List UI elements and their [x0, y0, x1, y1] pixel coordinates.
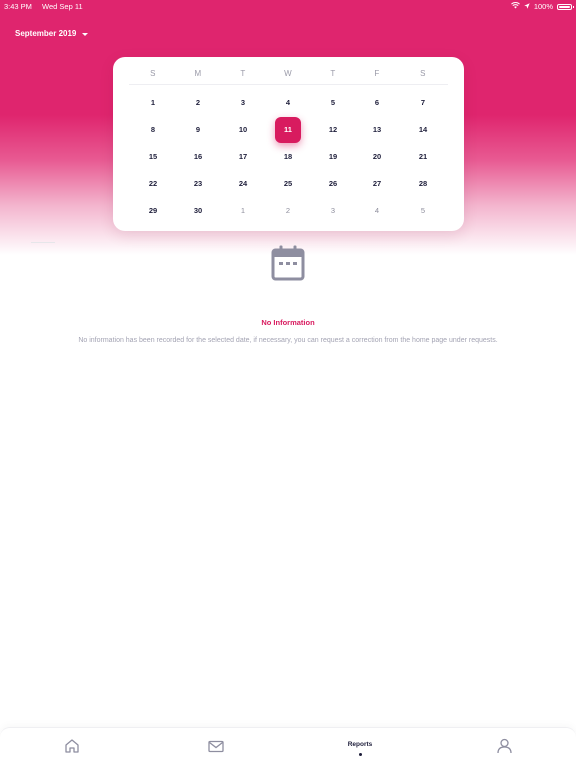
status-bar: 3:43 PM Wed Sep 11 100%: [0, 0, 576, 13]
calendar-day-next-month[interactable]: 1: [230, 198, 256, 224]
battery-icon: [557, 3, 574, 10]
calendar-day[interactable]: 13: [364, 117, 390, 143]
calendar-day-next-month[interactable]: 2: [275, 198, 301, 224]
tab-profile[interactable]: [464, 728, 544, 769]
location-arrow-icon: [524, 2, 530, 11]
calendar-day[interactable]: 8: [140, 117, 166, 143]
calendar-card: SMTWTFS 1 2 3 4 5 6 7 8 9 10 11 12 13 14 15 16 17 18 19 20 2…: [113, 57, 464, 231]
calendar-day[interactable]: 27: [364, 171, 390, 197]
mail-icon: [208, 740, 224, 758]
calendar-day[interactable]: 4: [275, 90, 301, 116]
calendar-day[interactable]: 16: [185, 144, 211, 170]
calendar-day[interactable]: 2: [185, 90, 211, 116]
home-icon: [64, 738, 80, 759]
calendar-day[interactable]: 1: [140, 90, 166, 116]
calendar-day[interactable]: 26: [320, 171, 346, 197]
weekday-header: SMTWTFS: [113, 57, 464, 83]
month-selector[interactable]: September 2019: [15, 29, 89, 38]
weekday-label: T: [240, 69, 246, 78]
calendar-icon: [270, 244, 306, 282]
calendar-day[interactable]: 6: [364, 90, 390, 116]
weekday-label: M: [194, 69, 202, 78]
tab-messages[interactable]: [176, 728, 256, 769]
calendar-day[interactable]: 23: [185, 171, 211, 197]
calendar-day[interactable]: 20: [364, 144, 390, 170]
month-label: September 2019: [15, 29, 77, 38]
weekday-label: T: [330, 69, 336, 78]
calendar-day[interactable]: 28: [410, 171, 436, 197]
empty-state-message: No information has been recorded for the…: [78, 337, 498, 344]
profile-icon: [496, 738, 512, 759]
calendar-day[interactable]: 29: [140, 198, 166, 224]
calendar-day[interactable]: 24: [230, 171, 256, 197]
calendar-day-selected[interactable]: 11: [275, 117, 301, 143]
calendar-day[interactable]: 7: [410, 90, 436, 116]
caret-down-icon: [82, 32, 89, 36]
status-time: 3:43 PM: [4, 2, 32, 11]
calendar-day[interactable]: 30: [185, 198, 211, 224]
weekday-label: S: [420, 69, 426, 78]
calendar-day[interactable]: 21: [410, 144, 436, 170]
tab-reports-label: Reports: [347, 741, 373, 748]
calendar-day[interactable]: 22: [140, 171, 166, 197]
tab-reports[interactable]: Reports: [320, 728, 400, 769]
calendar-day-next-month[interactable]: 4: [364, 198, 390, 224]
wifi-icon: [510, 2, 520, 11]
calendar-day[interactable]: 9: [185, 117, 211, 143]
battery-text: 100%: [533, 2, 553, 11]
calendar-day[interactable]: 3: [230, 90, 256, 116]
calendar-day[interactable]: 5: [320, 90, 346, 116]
calendar-day[interactable]: 25: [275, 171, 301, 197]
tab-home[interactable]: [32, 728, 112, 769]
weekday-divider: [129, 84, 448, 85]
calendar-day[interactable]: 19: [320, 144, 346, 170]
weekday-label: F: [374, 69, 380, 78]
calendar-day[interactable]: 17: [230, 144, 256, 170]
calendar-day[interactable]: 12: [320, 117, 346, 143]
calendar-day[interactable]: 18: [275, 144, 301, 170]
weekday-label: W: [284, 69, 292, 78]
calendar-day-next-month[interactable]: 5: [410, 198, 436, 224]
weekday-label: S: [150, 69, 156, 78]
tab-bar: Reports: [0, 727, 576, 769]
active-tab-indicator: [358, 753, 362, 756]
calendar-day[interactable]: 14: [410, 117, 436, 143]
calendar-day[interactable]: 15: [140, 144, 166, 170]
divider: [31, 242, 55, 243]
calendar-day[interactable]: 10: [230, 117, 256, 143]
calendar-day-next-month[interactable]: 3: [320, 198, 346, 224]
status-date: Wed Sep 11: [42, 2, 83, 11]
empty-state-title: No Information: [261, 318, 315, 327]
